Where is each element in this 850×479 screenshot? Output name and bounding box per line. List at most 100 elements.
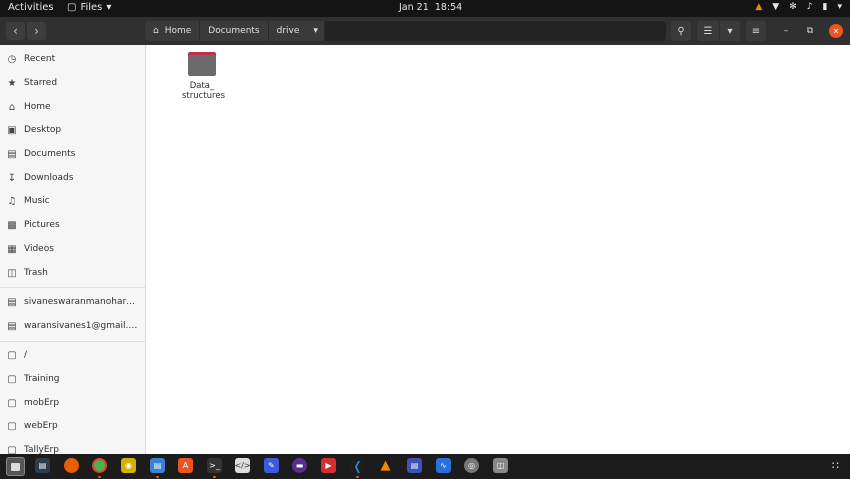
sidebar-item-label: Pictures (24, 220, 60, 230)
terminal-icon[interactable]: >_ (207, 458, 222, 473)
sidebar-item-label: Training (24, 374, 60, 384)
sidebar-item-root[interactable]: ▢ / (0, 344, 145, 366)
sidebar-item-videos[interactable]: ▦ Videos (0, 238, 145, 260)
sidebar-item-trash[interactable]: ◫ Trash (0, 262, 145, 284)
network-drive-icon: ▤ (7, 320, 17, 332)
restore-icon: ⧉ (806, 26, 814, 36)
caret-down-icon: ▾ (727, 25, 733, 37)
dock: ▤ ◉ ▤ A >_ </> ✎ ▬ ▶ ❬ ▲ ▤ ∿ ◎ ◫ ∷ (0, 454, 850, 479)
breadcrumb-drive[interactable]: drive ▾ (268, 21, 325, 41)
view-toggle-button[interactable]: ☰ (697, 21, 719, 41)
file-view[interactable]: Data_ structures (146, 45, 850, 454)
caret-down-icon: ▾ (313, 26, 318, 36)
sidebar-item-label: Starred (24, 78, 58, 88)
activities-button[interactable]: Activities (8, 2, 54, 13)
eclipse-icon[interactable]: ▬ (292, 458, 307, 473)
vlc-icon[interactable]: ▲ (378, 458, 393, 473)
sidebar-item-music[interactable]: ♫ Music (0, 190, 145, 212)
system-monitor-graph-icon[interactable]: ∿ (436, 458, 451, 473)
top-bar: Activities ▢ Files ▾ Jan 21 18:54 ▲ ▼ ✻ … (0, 0, 850, 17)
clock-icon: ◷ (7, 53, 17, 65)
sidebar-item-home[interactable]: ⌂ Home (0, 96, 145, 118)
breadcrumb-documents[interactable]: Documents (200, 21, 269, 41)
document-icon: ▤ (7, 148, 17, 160)
folder-item[interactable]: Data_ structures (182, 52, 226, 101)
minimize-button[interactable]: – (779, 24, 793, 38)
folder-name: Data_ structures (182, 81, 226, 101)
folder-icon-body (188, 55, 216, 76)
sidebar-item-account[interactable]: ▤ waransivanes1@gmail.c… (0, 315, 145, 337)
search-icon: ⚲ (677, 25, 685, 37)
clock[interactable]: Jan 21 18:54 (399, 2, 462, 13)
document-viewer-icon[interactable]: ▤ (407, 458, 422, 473)
text-document-icon[interactable]: ▤ (150, 458, 165, 473)
hamburger-icon: ≡ (751, 25, 761, 37)
chevron-left-icon: ‹ (13, 24, 18, 38)
caret-down-icon: ▾ (837, 2, 842, 12)
battery-icon: ▮ (822, 2, 828, 12)
sidebar-item-label: Videos (24, 244, 54, 254)
folder-icon (188, 52, 216, 76)
sidebar-item-starred[interactable]: ★ Starred (0, 72, 145, 94)
app-menu[interactable]: ▢ Files ▾ (67, 2, 111, 13)
search-button[interactable]: ⚲ (671, 21, 691, 41)
sidebar-separator (0, 287, 145, 288)
sidebar-item-pictures[interactable]: ▩ Pictures (0, 214, 145, 236)
sidebar: ◷ Recent ★ Starred ⌂ Home ▣ Desktop ▤ Documen… (0, 45, 146, 454)
home-icon: ⌂ (8, 101, 16, 113)
music-icon: ♫ (7, 195, 17, 207)
vscode-icon[interactable]: ❬ (350, 458, 365, 473)
close-icon: ✕ (832, 26, 840, 36)
sidebar-item-downloads[interactable]: ↧ Downloads (0, 167, 145, 189)
vlc-tray-icon[interactable]: ▲ (755, 2, 762, 12)
chrome-icon[interactable] (92, 458, 107, 473)
breadcrumb-label: Home (164, 26, 192, 36)
system-monitor-icon[interactable]: ▤ (35, 458, 50, 473)
breadcrumb-home[interactable]: ⌂ Home (145, 21, 201, 41)
sidebar-separator (0, 341, 145, 342)
sidebar-item-weberp[interactable]: ▢ webErp (0, 415, 145, 437)
folder-icon: ▢ (7, 349, 17, 361)
folder-icon: ▢ (7, 420, 17, 432)
menu-button[interactable]: ≡ (746, 21, 766, 41)
sidebar-item-tallyerp[interactable]: ▢ TallyErp (0, 439, 145, 455)
trash-icon: ◫ (7, 267, 17, 279)
chevron-right-icon: › (34, 24, 39, 38)
text-editor-icon[interactable]: ✎ (264, 458, 279, 473)
software-center-icon[interactable]: A (178, 458, 193, 473)
forward-button[interactable]: › (27, 22, 46, 40)
maximize-button[interactable]: ⧉ (803, 24, 817, 38)
code-editor-icon[interactable]: </> (234, 458, 251, 473)
sidebar-item-desktop[interactable]: ▣ Desktop (0, 119, 145, 141)
sidebar-item-label: mobErp (24, 398, 60, 408)
sidebar-item-recent[interactable]: ◷ Recent (0, 48, 145, 70)
running-indicator (356, 476, 359, 478)
sidebar-item-account[interactable]: ▤ sivaneswaranmanohara… (0, 291, 145, 313)
disk-utility-icon[interactable]: ◉ (121, 458, 136, 473)
sidebar-item-label: Home (24, 102, 51, 112)
sidebar-item-documents[interactable]: ▤ Documents (0, 143, 145, 165)
disc-icon[interactable]: ◎ (464, 458, 479, 473)
folder-icon: ▢ (7, 444, 17, 455)
system-tray[interactable]: ▲ ▼ ✻ ♪ ▮ ▾ (755, 2, 842, 12)
back-button[interactable]: ‹ (6, 22, 25, 40)
running-indicator (156, 476, 159, 478)
folder-icon: ▢ (7, 373, 17, 385)
show-applications-icon[interactable]: ∷ (828, 458, 843, 473)
media-app-icon[interactable]: ▶ (321, 458, 336, 473)
sidebar-item-label: webErp (24, 421, 58, 431)
sidebar-item-moberp[interactable]: ▢ mobErp (0, 392, 145, 414)
bluetooth-icon: ✻ (789, 2, 797, 12)
picture-icon: ▩ (7, 219, 17, 231)
firefox-icon[interactable] (64, 458, 79, 473)
path-bar: ⌂ Home Documents drive ▾ (145, 21, 666, 41)
close-button[interactable]: ✕ (829, 24, 843, 38)
files-app-icon[interactable] (6, 457, 25, 476)
trash-icon[interactable]: ◫ (493, 458, 508, 473)
breadcrumb-label: drive (276, 26, 300, 36)
breadcrumb-label: Documents (208, 26, 260, 36)
sidebar-item-training[interactable]: ▢ Training (0, 368, 145, 390)
sidebar-item-label: sivaneswaranmanohara… (24, 297, 139, 307)
clock-time: 18:54 (434, 2, 463, 13)
view-options-button[interactable]: ▾ (720, 21, 740, 41)
